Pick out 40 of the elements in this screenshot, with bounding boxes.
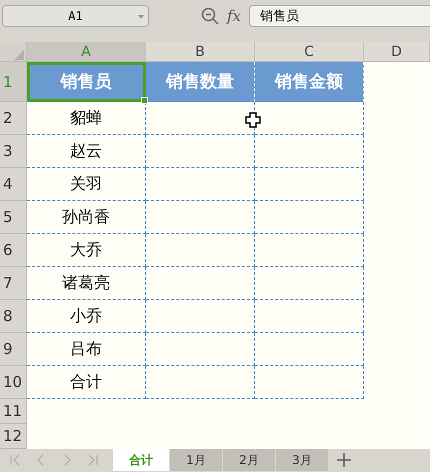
- row-header[interactable]: 12: [0, 424, 27, 449]
- table-cell: 销售员: [27, 62, 146, 102]
- row-header[interactable]: 2: [0, 102, 27, 135]
- table-cell: 大乔: [27, 234, 146, 267]
- table-cell: 孙尚香: [27, 201, 146, 234]
- row-header[interactable]: 6: [0, 234, 27, 267]
- row-header[interactable]: 4: [0, 168, 27, 201]
- nav-arrow-icon[interactable]: [8, 453, 22, 467]
- sheet-tab[interactable]: 合计: [113, 449, 170, 471]
- sheet-tab[interactable]: 3月: [276, 449, 329, 471]
- row-header[interactable]: 5: [0, 201, 27, 234]
- row-header[interactable]: 9: [0, 333, 27, 366]
- add-sheet-icon[interactable]: [337, 453, 351, 467]
- formula-field[interactable]: 销售员: [249, 5, 430, 27]
- row-header[interactable]: 3: [0, 135, 27, 168]
- table-cell: 关羽: [27, 168, 146, 201]
- row-header[interactable]: 7: [0, 267, 27, 300]
- table-cell: 貂蝉: [27, 102, 146, 135]
- row-header[interactable]: 10: [0, 366, 27, 399]
- table-cell: 小乔: [27, 300, 146, 333]
- table-cell: 销售金额: [255, 62, 364, 102]
- table-cell: 吕布: [27, 333, 146, 366]
- zoom-icon[interactable]: [201, 7, 219, 25]
- sheet-tab[interactable]: 1月: [170, 449, 223, 471]
- row-header[interactable]: 8: [0, 300, 27, 333]
- column-header[interactable]: D: [364, 42, 430, 62]
- row-header[interactable]: 11: [0, 399, 27, 424]
- function-icon[interactable]: fx: [227, 7, 242, 25]
- nav-arrow-icon[interactable]: [86, 453, 100, 467]
- table-cell: 诸葛亮: [27, 267, 146, 300]
- table-cell: 销售数量: [146, 62, 255, 102]
- table-cell: 合计: [27, 366, 146, 399]
- table-cell: 赵云: [27, 135, 146, 168]
- dropdown-icon: [138, 15, 144, 19]
- sheet-tab[interactable]: 2月: [223, 449, 276, 471]
- cursor-icon: [245, 112, 261, 128]
- select-all-icon[interactable]: [14, 50, 24, 60]
- column-header[interactable]: B: [146, 42, 255, 62]
- name-box[interactable]: A1: [2, 5, 149, 27]
- column-header[interactable]: C: [255, 42, 364, 62]
